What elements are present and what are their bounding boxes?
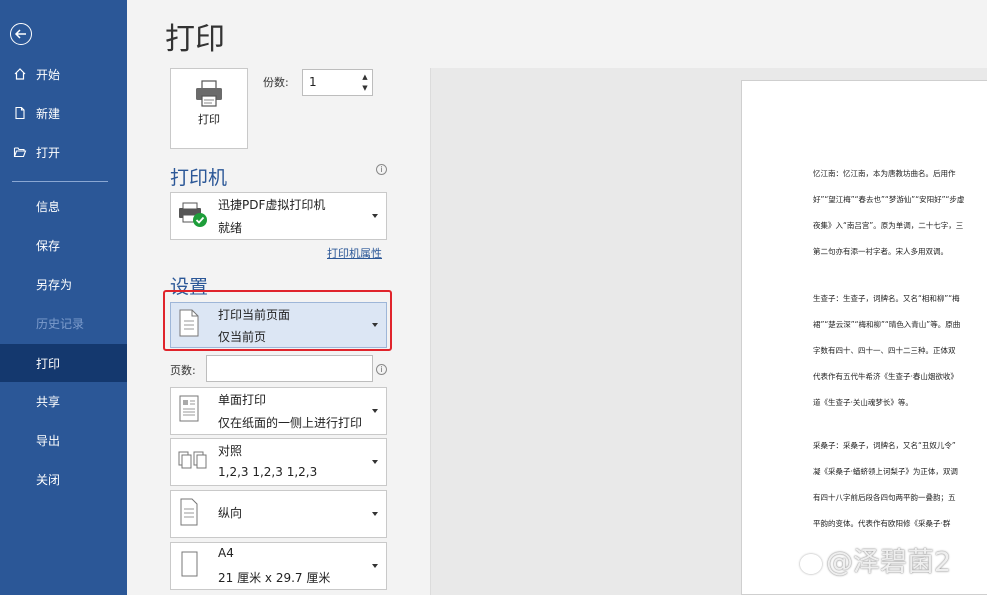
preview-line: 平韵的变体。代表作有欧阳修《采桑子·群 (813, 519, 951, 528)
nav-save[interactable]: 保存 (0, 227, 127, 263)
printer-status: 就绪 (218, 221, 243, 235)
nav-open-label: 打开 (36, 145, 61, 160)
nav-save-as[interactable]: 另存为 (0, 266, 127, 302)
printer-info-icon[interactable]: i (376, 164, 387, 175)
nav-save-label: 保存 (36, 238, 61, 253)
sides-desc: 仅在纸面的一侧上进行打印 (218, 416, 363, 430)
watermark-logo-icon (800, 553, 822, 574)
print-button[interactable]: 打印 (170, 68, 248, 149)
printer-section-title: 打印机 (170, 167, 228, 189)
nav-close-label: 关闭 (36, 472, 61, 487)
preview-line: 第二句亦有添一衬字者。宋人多用双调。 (813, 247, 948, 256)
sides-dropdown[interactable]: 单面打印 仅在纸面的一侧上进行打印 (170, 387, 387, 435)
back-button[interactable] (10, 23, 32, 45)
preview-line: 好”“望江梅”“春去也”“梦游仙”“安阳好”“步虚 (813, 195, 965, 204)
copies-input[interactable]: 1 ▲ ▼ (302, 69, 373, 96)
preview-line: 道《生查子·关山魂梦长》等。 (813, 398, 913, 407)
home-icon (12, 66, 28, 82)
orientation-dropdown[interactable]: 纵向 (170, 490, 387, 538)
preview-line: 采桑子：采桑子，词牌名，又名“丑奴儿令” (813, 441, 956, 450)
nav-save-as-label: 另存为 (36, 277, 73, 292)
new-file-icon (12, 105, 28, 121)
preview-line: 凝《采桑子·蝤蛴领上诃梨子》为正体，双调 (813, 467, 958, 476)
nav-print[interactable]: 打印 (0, 344, 127, 382)
folder-open-icon (12, 144, 28, 160)
nav-info[interactable]: 信息 (0, 188, 127, 224)
chevron-down-icon (372, 564, 378, 568)
nav-open[interactable]: 打开 (0, 134, 127, 170)
spin-up-icon[interactable]: ▲ (360, 72, 370, 83)
copies-label: 份数: (263, 76, 289, 89)
preview-line: 裙”“楚云深”“梅和柳”“晴色入青山”等。原曲 (813, 320, 961, 329)
pages-input[interactable] (206, 355, 373, 382)
watermark-text: @泽碧菌2 (826, 547, 952, 578)
paper-size-desc: 21 厘米 x 29.7 厘米 (218, 571, 331, 585)
nav-new-label: 新建 (36, 106, 61, 121)
preview-line: 生查子：生查子，词牌名。又名“相和柳”“梅 (813, 294, 960, 303)
collate-value: 对照 (218, 444, 243, 458)
nav-share[interactable]: 共享 (0, 383, 127, 419)
nav-home[interactable]: 开始 (0, 56, 127, 92)
nav-print-label: 打印 (36, 356, 61, 371)
portrait-icon (177, 497, 201, 531)
chevron-down-icon (372, 214, 378, 218)
printer-properties-link[interactable]: 打印机属性 (327, 245, 382, 261)
pages-label: 页数: (170, 364, 196, 377)
paper-size-dropdown[interactable]: A4 21 厘米 x 29.7 厘米 (170, 542, 387, 590)
nav-export-label: 导出 (36, 433, 61, 448)
printer-dropdown[interactable]: 迅捷PDF虚拟打印机 就绪 (170, 192, 387, 240)
highlight-annotation (163, 290, 392, 351)
preview-paragraph: 采桑子：采桑子，词牌名，又名“丑奴儿令” 凝《采桑子·蝤蛴领上诃梨子》为正体，双… (813, 433, 958, 537)
nav-history: 历史记录 (0, 305, 127, 341)
preview-page: 忆江南：忆江南，本为唐教坊曲名。后用作 好”“望江梅”“春去也”“梦游仙”“安阳… (741, 80, 987, 595)
orientation-value: 纵向 (218, 506, 243, 520)
preview-paragraph: 生查子：生查子，词牌名。又名“相和柳”“梅 裙”“楚云深”“梅和柳”“晴色入青山… (813, 286, 960, 416)
copies-value: 1 (309, 75, 317, 89)
sidebar: 开始 新建 打开 信息 保存 另存为 历史记录 打印 共享 导出 关闭 (0, 0, 127, 595)
preview-line: 有四十八字前后段各四句两平韵一叠韵；五 (813, 493, 956, 502)
page-title: 打印 (165, 22, 225, 57)
chevron-down-icon (372, 409, 378, 413)
nav-home-label: 开始 (36, 67, 61, 82)
pages-info-icon[interactable]: i (376, 364, 387, 375)
printer-icon (196, 80, 222, 107)
nav-divider (12, 181, 108, 182)
collate-desc: 1,2,3 1,2,3 1,2,3 (218, 465, 318, 479)
single-sided-icon (177, 394, 203, 428)
collate-dropdown[interactable]: 对照 1,2,3 1,2,3 1,2,3 (170, 438, 387, 486)
nav-export[interactable]: 导出 (0, 422, 127, 458)
chevron-down-icon (372, 512, 378, 516)
preview-line: 夜集》入“南吕宫”。原为单调，二十七字，三 (813, 221, 964, 230)
preview-line: 代表作有五代牛希济《生查子·春山烟欲收》 (813, 372, 958, 381)
preview-paragraph: 忆江南：忆江南，本为唐教坊曲名。后用作 好”“望江梅”“春去也”“梦游仙”“安阳… (813, 161, 964, 265)
nav-info-label: 信息 (36, 199, 61, 214)
spin-down-icon[interactable]: ▼ (360, 83, 370, 94)
watermark: @泽碧菌2 (800, 540, 951, 579)
nav-share-label: 共享 (36, 394, 61, 409)
preview-line: 忆江南：忆江南，本为唐教坊曲名。后用作 (813, 169, 956, 178)
nav-close[interactable]: 关闭 (0, 461, 127, 497)
print-button-label: 打印 (198, 113, 220, 126)
sides-value: 单面打印 (218, 393, 267, 407)
arrow-left-icon (14, 29, 26, 39)
nav-history-label: 历史记录 (36, 316, 85, 331)
paper-size-value: A4 (218, 546, 234, 560)
printer-name: 迅捷PDF虚拟打印机 (218, 198, 326, 212)
copies-spinner[interactable]: ▲ ▼ (360, 72, 370, 94)
chevron-down-icon (372, 460, 378, 464)
printer-ready-icon (177, 200, 209, 232)
paper-icon (177, 549, 201, 583)
nav-new[interactable]: 新建 (0, 95, 127, 131)
collate-icon (177, 447, 211, 477)
preview-line: 字数有四十、四十一、四十二三种。正体双 (813, 346, 956, 355)
